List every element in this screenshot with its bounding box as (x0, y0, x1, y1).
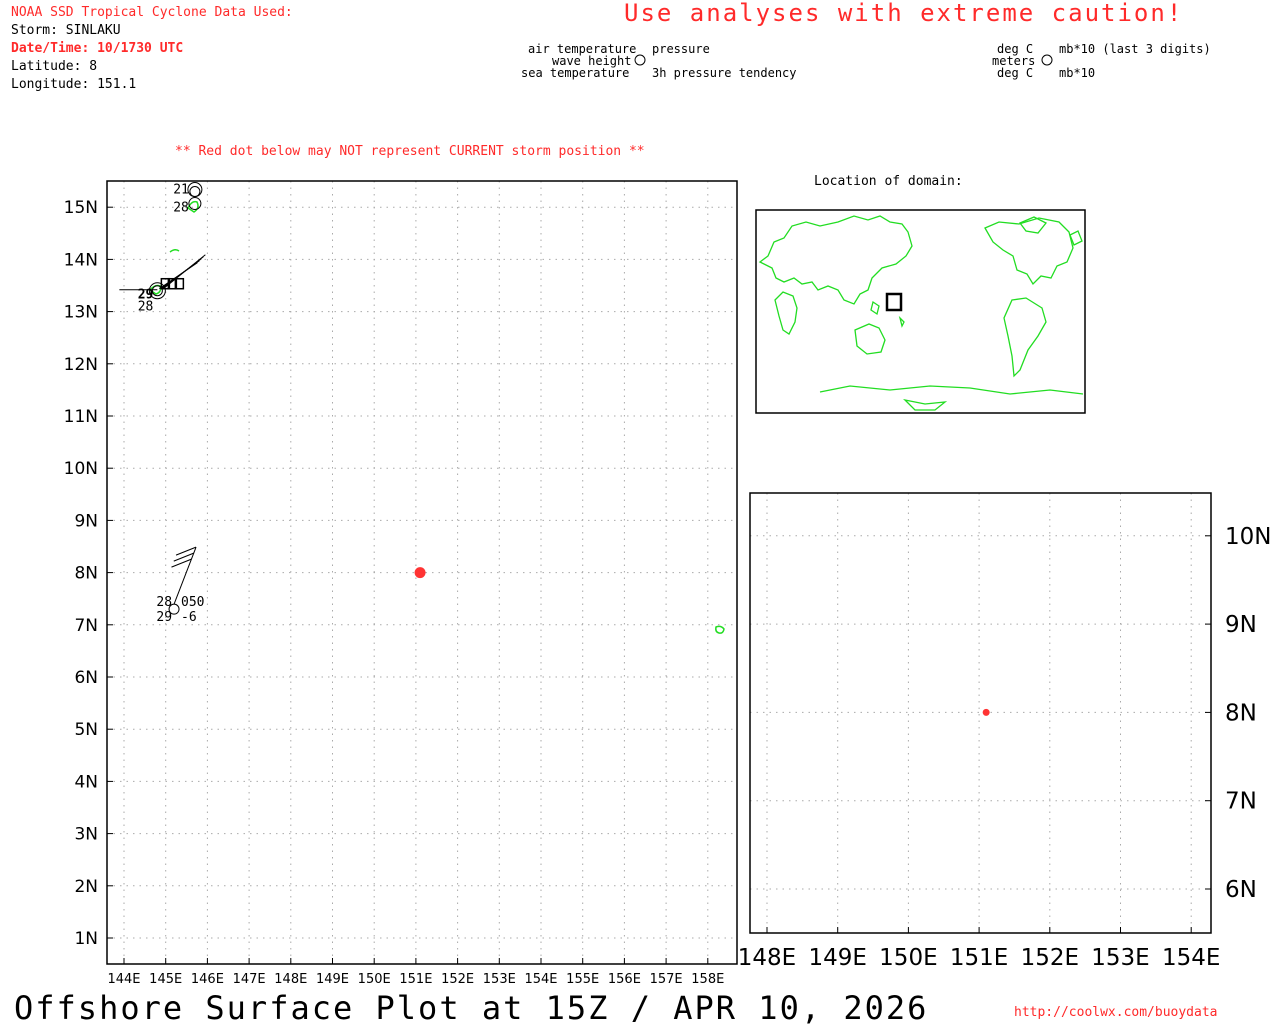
lat-tick-label: 5N (74, 720, 98, 740)
lon-tick-label: 158E (691, 972, 724, 987)
island-outline (169, 248, 180, 253)
zoom-lon-tick-label: 153E (1091, 945, 1149, 971)
lon-tick-label: 150E (358, 972, 391, 987)
lat-tick-label: 14N (64, 250, 98, 270)
storm-position-dot (414, 567, 426, 579)
inset-map-frame (755, 209, 1086, 414)
legend-station-circle-icon (634, 54, 646, 66)
lat-tick-label: 11N (64, 407, 98, 427)
lat-tick-label: 8N (74, 564, 98, 584)
station-plots: 2829050-629282128 (119, 182, 206, 625)
station-sea-temp: 28 (138, 300, 154, 315)
source-url-link[interactable]: http://coolwx.com/buoydata (1014, 1006, 1218, 1019)
lat-tick-label: 7N (74, 616, 98, 636)
lat-tick-label: 13N (64, 303, 98, 323)
lat-tick-label: 3N (74, 825, 98, 845)
zoom-lon-tick-label: 152E (1021, 945, 1079, 971)
plot-title: Offshore Surface Plot at 15Z / APR 10, 2… (14, 989, 929, 1027)
lon-tick-label: 154E (524, 972, 557, 987)
main-map-islands (148, 200, 725, 634)
lon-tick-label: 156E (608, 972, 641, 987)
lon-tick-label: 155E (566, 972, 599, 987)
lat-tick-label: 6N (74, 668, 98, 688)
station-plot: 2128 (173, 182, 203, 216)
lon-tick-label: 146E (191, 972, 224, 987)
station-tendency: -6 (181, 610, 197, 625)
station-air-temp: 28 (156, 595, 172, 610)
zoom-storm-position-dot (982, 708, 990, 716)
station-air-temp: 21 (173, 183, 189, 198)
main-map-ticks: 144E 145E 146E 147E 148E 149E 150E 151E 152E 153E… (64, 198, 725, 987)
lat-tick-label: 9N (74, 511, 98, 531)
zoom-lat-tick-label: 8N (1225, 700, 1257, 726)
zoom-lon-tick-label: 150E (879, 945, 937, 971)
map-canvas: 144E 145E 146E 147E 148E 149E 150E 151E 152E 153E… (64, 54, 1271, 987)
station-plot: 2829 050-6 (156, 546, 205, 625)
lat-tick-label: 2N (74, 877, 98, 897)
island-outline (715, 625, 725, 634)
lon-tick-label: 157E (650, 972, 683, 987)
lat-tick-label: 15N (64, 198, 98, 218)
zoom-lon-tick-label: 148E (738, 945, 796, 971)
lat-tick-label: 10N (64, 459, 98, 479)
lon-tick-label: 149E (316, 972, 349, 987)
zoom-lat-tick-label: 6N (1225, 877, 1257, 903)
lat-tick-label: 1N (74, 929, 98, 949)
station-sea-temp: 29 (156, 610, 172, 625)
lon-tick-label: 152E (441, 972, 474, 987)
lon-tick-label: 147E (233, 972, 266, 987)
zoom-map-frame (749, 492, 1212, 934)
zoom-map-grid (750, 493, 1211, 933)
lat-tick-label: 12N (64, 355, 98, 375)
lon-tick-label: 148E (274, 972, 307, 987)
zoom-lat-tick-label: 7N (1225, 789, 1257, 815)
lon-tick-label: 151E (399, 972, 432, 987)
zoom-lon-tick-label: 149E (808, 945, 866, 971)
lon-tick-label: 145E (149, 972, 182, 987)
zoom-lon-tick-label: 154E (1162, 945, 1220, 971)
zoom-lon-tick-label: 151E (950, 945, 1008, 971)
legend-unit-circle-icon (1041, 54, 1053, 66)
station-pressure: 050 (181, 595, 204, 610)
lat-tick-label: 4N (74, 772, 98, 792)
zoom-lat-tick-label: 9N (1225, 612, 1257, 638)
zoom-lat-tick-label: 10N (1225, 524, 1271, 550)
lon-tick-label: 144E (107, 972, 140, 987)
lon-tick-label: 153E (483, 972, 516, 987)
station-sea-temp: 28 (173, 201, 189, 216)
station-plot: 2928 (119, 254, 206, 315)
